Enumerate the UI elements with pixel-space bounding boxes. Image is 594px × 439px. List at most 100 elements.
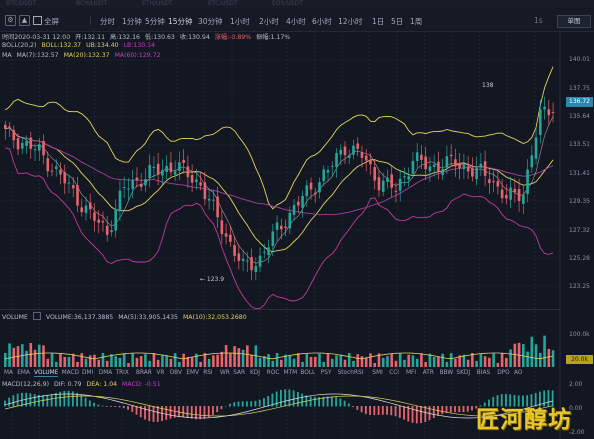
volume-bar [352, 360, 355, 367]
interval-12h[interactable]: 12小时 [338, 16, 363, 27]
volume-bar [526, 351, 529, 367]
candle [284, 226, 287, 228]
settings-icon[interactable]: ⚙ [5, 15, 16, 26]
indicator-obv[interactable]: OBV [170, 370, 182, 376]
single-chart-button[interactable]: 单图 [557, 15, 591, 28]
indicator-bbw[interactable]: BBW [440, 370, 453, 376]
interval-2h[interactable]: 2小时 [259, 16, 279, 27]
volume-bar [509, 349, 512, 367]
macd-bar [403, 406, 405, 420]
volume-bar [131, 353, 134, 367]
interval-1w[interactable]: 1周 [410, 16, 422, 27]
indicator-dmi[interactable]: DMI [82, 370, 93, 376]
interval-5m[interactable]: 5分钟 [145, 16, 165, 27]
indicator-trix[interactable]: TRIX [116, 370, 129, 376]
collapse-icon[interactable] [32, 312, 41, 320]
candle [16, 138, 20, 150]
indicator-boll[interactable]: BOLL [300, 370, 315, 376]
candle [309, 182, 313, 190]
indicator-brar[interactable]: BRAR [136, 370, 152, 376]
indicator-rsi[interactable]: RSI [203, 370, 212, 376]
indicator-ema[interactable]: EMA [17, 370, 30, 376]
interval-5d[interactable]: 5日 [391, 16, 403, 27]
candle [8, 126, 11, 128]
interval-1h[interactable]: 1小时 [230, 16, 250, 27]
candle [258, 255, 262, 267]
interval-30m[interactable]: 30分钟 [198, 16, 223, 27]
volume-bar [144, 354, 147, 367]
tab-btc[interactable]: BTC/USDT [6, 0, 36, 8]
price-axis-label: 123.25 [569, 283, 590, 290]
indicator-psy[interactable]: PSY [321, 370, 332, 376]
volume-bar [93, 354, 96, 367]
tab-eth[interactable]: ETH/USDT [142, 0, 172, 8]
volume-bar [488, 357, 491, 367]
volume-bar [513, 343, 517, 367]
indicator-cci[interactable]: CCI [389, 370, 399, 376]
volume-bar [59, 353, 62, 367]
volume-bar [88, 355, 92, 367]
volume-ma10: MA(10):32,053.2680 [182, 314, 247, 321]
indicator-macd[interactable]: MACD [62, 370, 79, 376]
volume-bar [54, 361, 58, 367]
interval-1d[interactable]: 1日 [372, 16, 384, 27]
zoom-label[interactable]: 1s [534, 16, 543, 25]
macd-bar [364, 406, 367, 414]
candle [216, 196, 219, 218]
macd-bar [326, 396, 329, 407]
interval-1m[interactable]: 1分钟 [122, 16, 142, 27]
indicator-bias[interactable]: BIAS [477, 370, 490, 376]
volume-bar [207, 358, 211, 367]
volume-bar [322, 361, 326, 367]
indicator-wr[interactable]: WR [220, 370, 230, 376]
volume-bar [237, 348, 241, 367]
fullscreen-button[interactable]: 全屏 [33, 16, 59, 27]
tab-eos[interactable]: EOS/USDT [272, 0, 303, 8]
indicator-emv[interactable]: EMV [186, 370, 199, 376]
interval-4h[interactable]: 4小时 [286, 16, 306, 27]
indicator-sar[interactable]: SAR [233, 370, 245, 376]
indicator-selector: MA EMA VOLUME MACD DMI DMA TRIX BRAR VR OBV EMV RSI… [0, 369, 560, 379]
volume-bar [356, 354, 360, 367]
indicator-skdj[interactable]: SKDJ [456, 370, 470, 376]
interval-6h[interactable]: 6小时 [312, 16, 332, 27]
macd-bar [432, 406, 435, 418]
boll-lower-line [5, 147, 554, 310]
candle [313, 192, 317, 195]
macd-bar [454, 406, 456, 413]
tab-bch[interactable]: BCH/USDT [76, 0, 107, 8]
volume-bar [305, 353, 309, 367]
volume-bar [33, 349, 37, 367]
volume-bar [403, 359, 406, 367]
indicator-mfi[interactable]: MFI [406, 370, 416, 376]
candle [50, 170, 54, 172]
indicator-volume[interactable]: VOLUME [34, 370, 59, 377]
indicator-smi[interactable]: SMI [372, 370, 382, 376]
indicator-mtm[interactable]: MTM [284, 370, 298, 376]
indicator-dma[interactable]: DMA [99, 370, 112, 376]
volume-bar [148, 360, 151, 367]
volume-bar [152, 353, 156, 367]
macd-bar [93, 402, 95, 407]
indicator-ma[interactable]: MA [4, 370, 13, 376]
indicator-roc[interactable]: ROC [267, 370, 280, 376]
indicator-dpo[interactable]: DPO [497, 370, 510, 376]
candle [59, 169, 62, 175]
macd-bar [356, 406, 359, 410]
candle [428, 166, 432, 172]
interval-timeline[interactable]: 分时 [100, 16, 115, 27]
indicator-stochrsi[interactable]: StochRSI [338, 370, 364, 376]
indicator-atr[interactable]: ATR [423, 370, 434, 376]
candle [305, 185, 309, 197]
interval-15m[interactable]: 15分钟 [168, 16, 193, 27]
compare-icon[interactable]: ▲ [19, 15, 30, 26]
indicator-vr[interactable]: VR [156, 370, 164, 376]
fullscreen-label: 全屏 [44, 17, 59, 26]
indicator-kdj[interactable]: KDJ [250, 370, 260, 376]
candle [224, 233, 228, 237]
volume-bar [407, 354, 410, 367]
candle [398, 178, 402, 191]
tab-etc[interactable]: ETC/USDT [208, 0, 238, 8]
macd-bar [182, 406, 185, 418]
indicator-ao[interactable]: AO [514, 370, 522, 376]
